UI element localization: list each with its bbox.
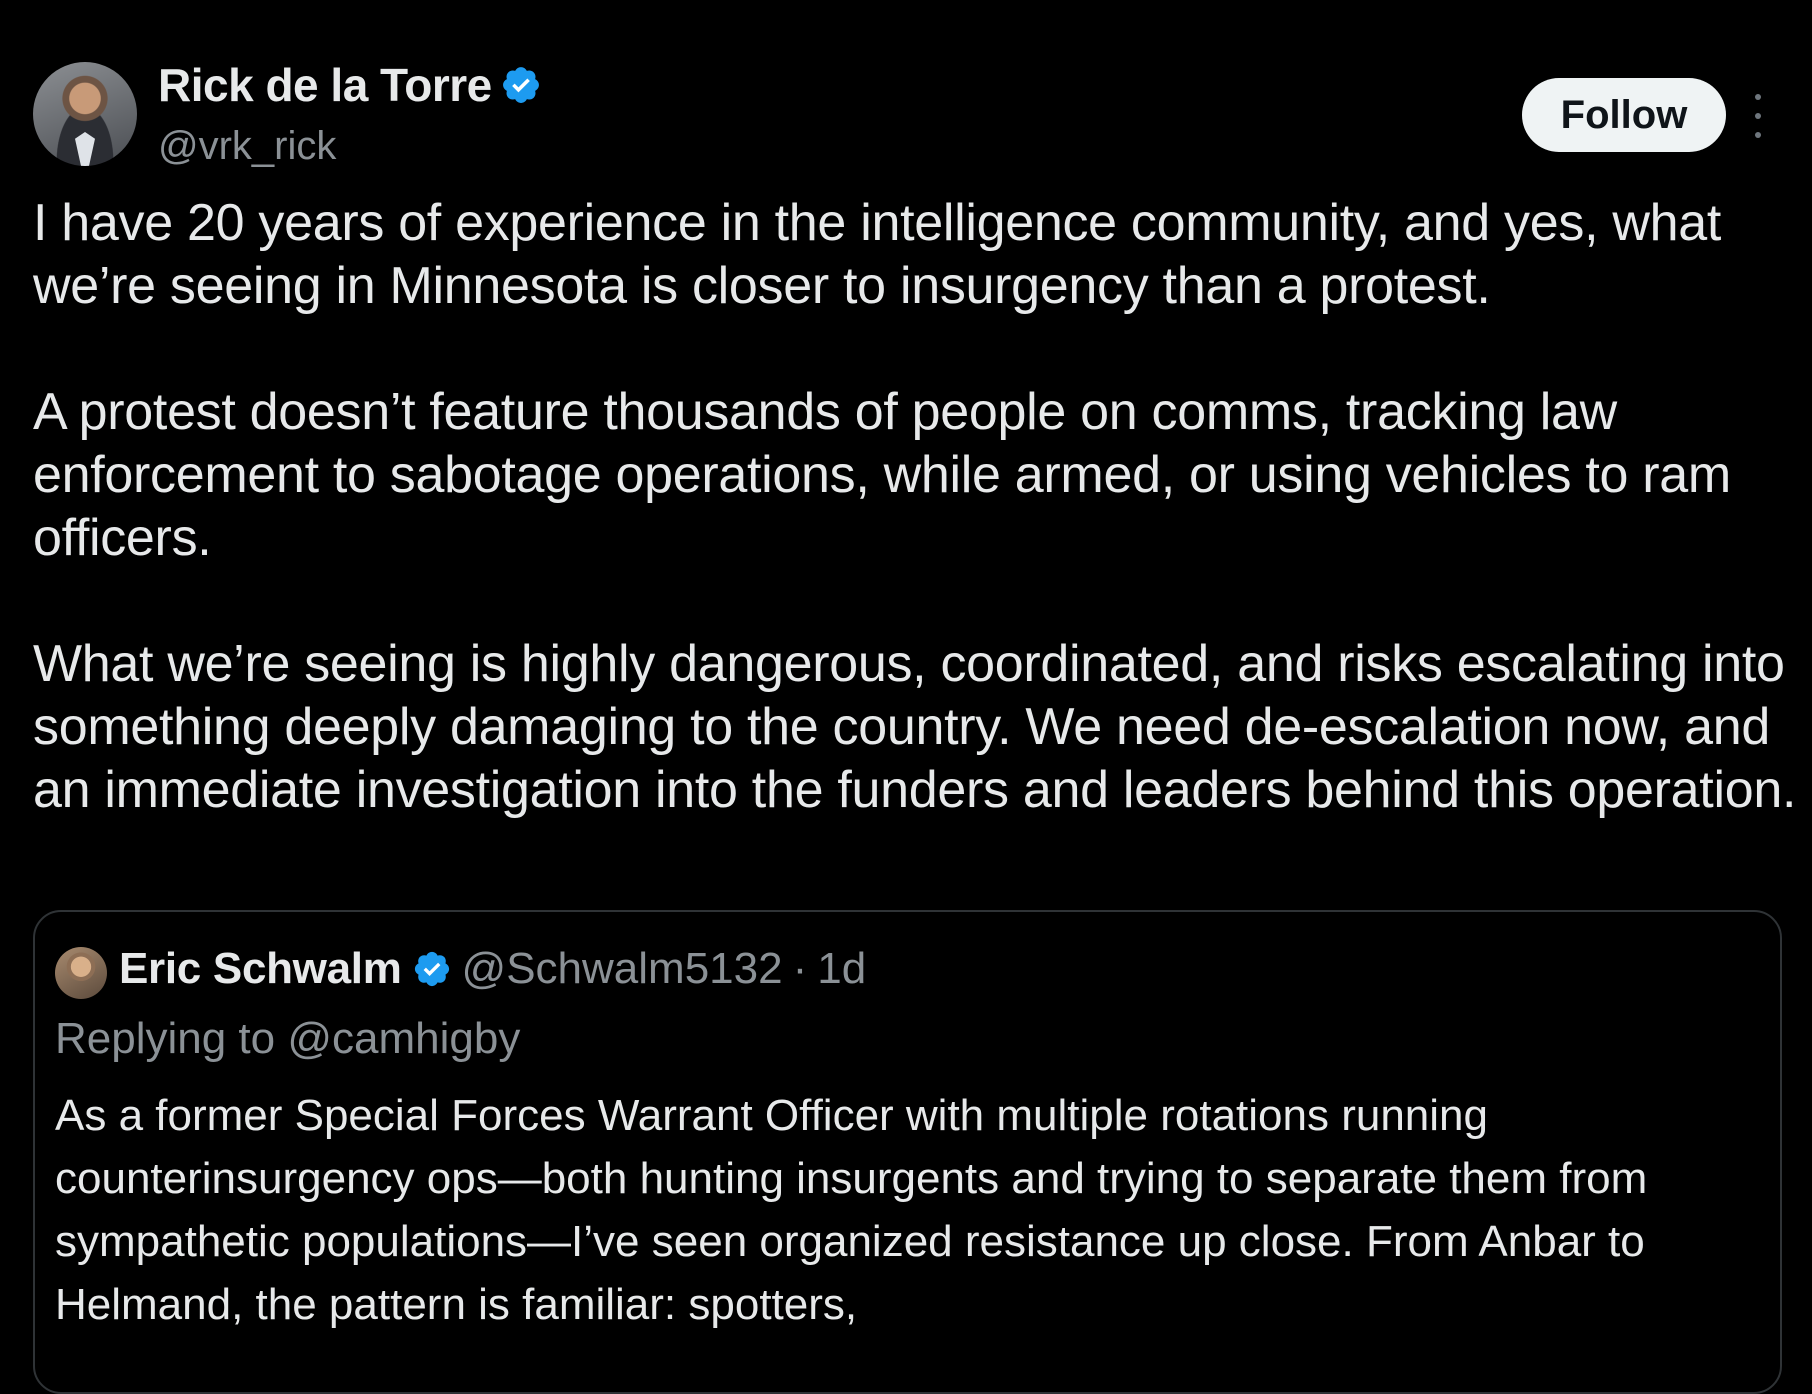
tweet-paragraph: A protest doesn’t feature thousands of p… — [33, 383, 1731, 567]
verified-badge-icon — [414, 951, 449, 987]
more-dot — [1755, 113, 1761, 119]
quoted-author-avatar[interactable] — [55, 947, 107, 999]
author-display-name[interactable]: Rick de la Torre — [158, 58, 492, 112]
quoted-tweet-time[interactable]: 1d — [817, 944, 866, 994]
tweet-paragraph: I have 20 years of experience in the int… — [33, 194, 1722, 315]
more-dot — [1755, 132, 1761, 138]
more-dot — [1755, 94, 1761, 100]
replying-to-mention[interactable]: @camhigby — [287, 1014, 520, 1063]
replying-to-label: Replying to — [55, 1014, 276, 1063]
author-avatar[interactable] — [33, 62, 137, 166]
verified-badge-icon — [502, 67, 539, 103]
tweet-paragraph: What we’re seeing is highly dangerous, c… — [33, 635, 1797, 819]
separator-dot: · — [792, 944, 808, 993]
more-vertical-icon[interactable] — [1744, 94, 1772, 138]
follow-button[interactable]: Follow — [1522, 78, 1726, 152]
quoted-author-handle[interactable]: @Schwalm5132 — [462, 944, 783, 994]
avatar-shirt-detail — [75, 132, 95, 166]
tweet-body: I have 20 years of experience in the int… — [33, 192, 1803, 822]
quoted-author-name[interactable]: Eric Schwalm — [119, 944, 402, 994]
author-name-row: Rick de la Torre — [158, 58, 542, 112]
quoted-tweet-header: Eric Schwalm @Schwalm5132 · 1d — [119, 944, 866, 994]
tweet-card: Rick de la Torre @vrk_rick Follow I have… — [0, 0, 1812, 1394]
quoted-tweet[interactable]: Eric Schwalm @Schwalm5132 · 1d Replying … — [33, 910, 1782, 1394]
quoted-tweet-text: As a former Special Forces Warrant Offic… — [55, 1091, 1648, 1329]
replying-to: Replying to @camhigby — [55, 1014, 520, 1064]
author-handle[interactable]: @vrk_rick — [158, 124, 336, 169]
